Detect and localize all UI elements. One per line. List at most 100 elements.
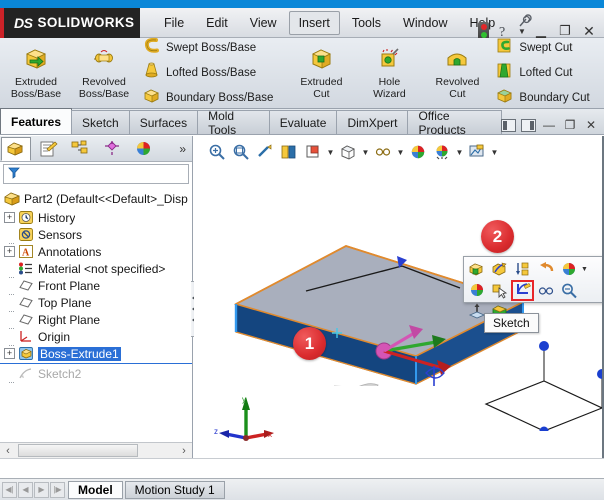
expander-annotations[interactable]: + (4, 246, 15, 257)
document-window-controls: — ❐ ✕ (501, 118, 604, 134)
lofted-cut-button[interactable]: Lofted Cut (491, 61, 593, 85)
tab-surfaces[interactable]: Surfaces (128, 110, 199, 134)
plane-icon (18, 295, 34, 310)
tree-item-history[interactable]: + History (0, 209, 192, 226)
tree-item-right-plane[interactable]: Right Plane (0, 311, 192, 329)
status-area-blank (0, 458, 604, 478)
tab-office-products[interactable]: Office Products (407, 109, 502, 137)
tree-item-boss-extrude1-label: Boss-Extrude1 (38, 346, 121, 361)
dimxpert-manager-tab[interactable] (97, 137, 127, 161)
menu-window[interactable]: Window (393, 11, 457, 35)
extruded-boss-label-1: Extruded (14, 75, 58, 88)
rollback-icon[interactable] (534, 259, 557, 280)
tab-features[interactable]: Features (0, 108, 73, 134)
close-doc-icon[interactable]: ✕ (583, 118, 599, 132)
ribbon-group-boss: Extruded Boss/Base Revolved Boss/Base Sw… (0, 36, 279, 110)
display-manager-tab[interactable] (129, 137, 159, 161)
bottom-tab-model[interactable]: Model (68, 480, 123, 499)
first-config-button[interactable]: ◀| (2, 481, 17, 498)
appearance-dropdown-icon[interactable]: ▼ (580, 259, 589, 280)
appearance-icon[interactable] (557, 259, 580, 280)
menu-view[interactable]: View (240, 11, 287, 35)
feature-manager-tab[interactable] (1, 136, 31, 161)
hscroll-right-arrow[interactable]: › (176, 445, 192, 457)
revolved-cut-icon (444, 47, 470, 76)
last-config-button[interactable]: |▶ (50, 481, 65, 498)
boundary-cut-button[interactable]: Boundary Cut (491, 86, 593, 110)
edit-feature-icon[interactable] (465, 259, 488, 280)
feature-tree-hscrollbar[interactable]: ‹ › (0, 442, 192, 458)
revolved-cut-label-2: Cut (449, 87, 466, 100)
tree-item-sketch2[interactable]: Sketch2 (0, 365, 192, 383)
tree-item-annotations[interactable]: + A Annotations (0, 243, 192, 260)
bottom-tab-motion-study[interactable]: Motion Study 1 (124, 480, 225, 499)
tree-item-origin[interactable]: Origin (0, 328, 192, 346)
configuration-manager-tab[interactable] (65, 137, 95, 161)
extruded-boss-icon (23, 47, 49, 76)
restore-doc-icon[interactable]: ❐ (562, 118, 578, 132)
tab-dimxpert[interactable]: DimXpert (336, 110, 409, 134)
swept-boss-base-button[interactable]: Swept Boss/Base (138, 36, 277, 60)
boundary-boss-base-button[interactable]: Boundary Boss/Base (138, 86, 277, 110)
tab-evaluate[interactable]: Evaluate (268, 110, 338, 134)
parent-child-icon[interactable] (511, 259, 534, 280)
revolved-boss-icon (91, 47, 117, 76)
history-icon (18, 210, 34, 225)
extruded-cut-label-2: Cut (313, 87, 330, 100)
tree-item-sketch2-label: Sketch2 (38, 366, 82, 381)
tree-item-part[interactable]: Part2 (Default<<Default>_Disp (0, 190, 192, 207)
lofted-boss-base-button[interactable]: Lofted Boss/Base (138, 61, 277, 85)
revolved-boss-base-button[interactable]: Revolved Boss/Base (70, 38, 138, 108)
zoom-selection-icon[interactable] (557, 280, 580, 301)
solidworks-logo-text: SOLIDWORKS (37, 15, 135, 30)
boundary-boss-label: Boundary Boss/Base (166, 92, 274, 104)
swept-cut-button[interactable]: Swept Cut (491, 36, 593, 60)
edit-sketch-icon[interactable] (488, 259, 511, 280)
tree-item-front-plane[interactable]: Front Plane (0, 277, 192, 295)
tree-item-material[interactable]: Material <not specified> (0, 260, 192, 278)
tree-item-origin-label: Origin (38, 329, 71, 344)
ribbon-small-cut-list: Swept Cut Lofted Cut Boundary Cut (491, 38, 593, 108)
hide-show-icon[interactable] (534, 280, 557, 301)
boundary-cut-label: Boundary Cut (519, 92, 590, 104)
tree-item-top-plane[interactable]: Top Plane (0, 294, 192, 312)
dock-right-icon[interactable] (521, 118, 536, 132)
revolved-cut-button[interactable]: Revolved Cut (423, 38, 491, 108)
panel-more-tabs-button[interactable]: » (179, 142, 192, 156)
tab-sketch[interactable]: Sketch (71, 110, 130, 134)
graphics-viewport[interactable]: ▼ ▼ ▼ ▼ ▼ x y z 2 1 ▼ Sketch (194, 136, 604, 458)
tree-item-top-plane-label: Top Plane (38, 295, 92, 310)
next-config-button[interactable]: ▶ (34, 481, 49, 498)
dock-left-icon[interactable] (501, 118, 516, 132)
hscroll-left-arrow[interactable]: ‹ (0, 445, 16, 457)
extruded-cut-button[interactable]: Extruded Cut (287, 38, 355, 108)
appearance-2-icon[interactable] (465, 280, 488, 301)
feature-manager-panel: » Part2 (Default<<Default>_Disp + Histor… (0, 136, 198, 458)
triad-z-label: z (214, 427, 218, 436)
tree-item-history-label: History (38, 210, 76, 225)
feature-tree-filter-input[interactable] (21, 168, 171, 180)
hscroll-thumb[interactable] (18, 444, 138, 457)
menu-tools[interactable]: Tools (342, 11, 391, 35)
feature-tree-filter[interactable] (3, 164, 189, 184)
sketch-icon[interactable] (511, 280, 534, 301)
expander-boss-extrude1[interactable]: + (4, 348, 15, 359)
tab-mold-tools[interactable]: Mold Tools (197, 109, 270, 137)
revolved-boss-label-2: Boss/Base (78, 87, 130, 100)
triad-y-label: y (242, 395, 246, 404)
tree-item-boss-extrude1[interactable]: + Boss-Extrude1 (0, 345, 192, 362)
hole-wizard-button[interactable]: Hole Wizard (355, 38, 423, 108)
menu-edit[interactable]: Edit (196, 11, 238, 35)
sensors-icon (18, 227, 34, 242)
menu-file[interactable]: File (154, 11, 194, 35)
expander-history[interactable]: + (4, 212, 15, 223)
prev-config-button[interactable]: ◀ (18, 481, 33, 498)
minimize-doc-icon[interactable]: — (541, 118, 557, 132)
tree-rollback-bar[interactable] (0, 363, 192, 364)
tree-item-sensors[interactable]: Sensors (0, 226, 192, 244)
select-other-icon[interactable] (488, 280, 511, 301)
property-manager-tab[interactable] (33, 137, 63, 161)
menu-insert[interactable]: Insert (288, 10, 340, 35)
tree-item-front-plane-label: Front Plane (38, 278, 101, 293)
extruded-boss-base-button[interactable]: Extruded Boss/Base (2, 38, 70, 108)
